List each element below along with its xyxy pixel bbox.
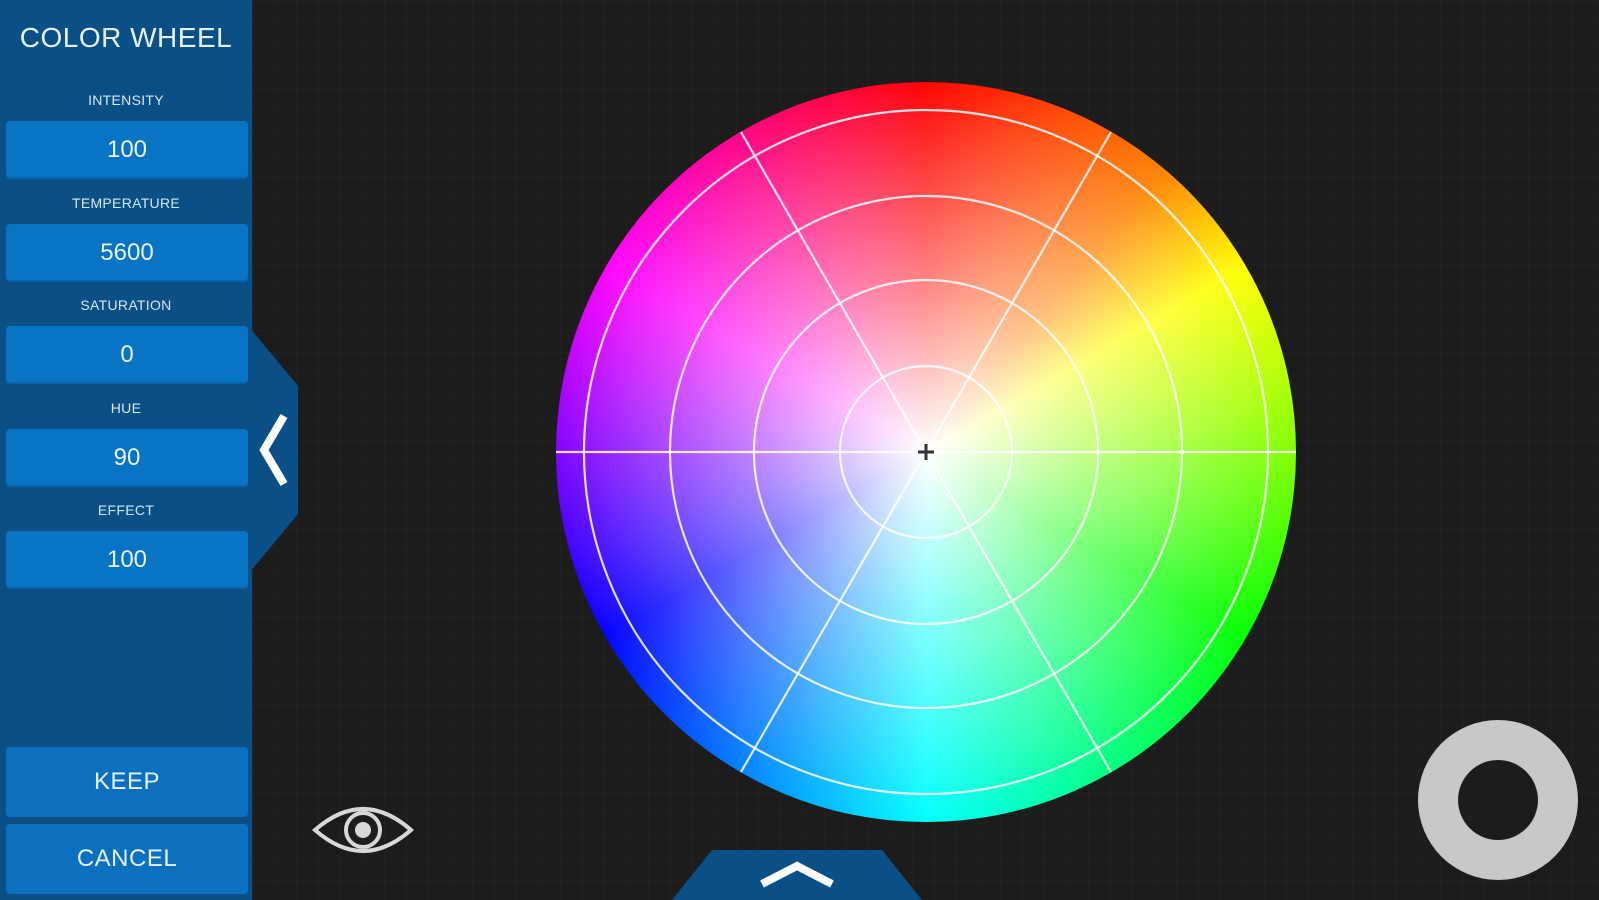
color-wheel[interactable] bbox=[556, 82, 1296, 822]
effect-field[interactable]: 100 bbox=[6, 531, 248, 589]
collapse-panel-button[interactable] bbox=[250, 328, 302, 572]
preview-button[interactable] bbox=[311, 796, 415, 864]
intensity-field[interactable]: 100 bbox=[6, 121, 248, 179]
crosshair-icon bbox=[918, 444, 934, 460]
effect-label: EFFECT bbox=[97, 502, 155, 518]
cancel-button[interactable]: CANCEL bbox=[6, 824, 248, 894]
temperature-field[interactable]: 5600 bbox=[6, 224, 248, 282]
hue-field[interactable]: 90 bbox=[6, 429, 248, 487]
saturation-field[interactable]: 0 bbox=[6, 326, 248, 384]
panel-title: COLOR WHEEL bbox=[19, 22, 233, 53]
color-wheel-grid bbox=[556, 108, 1296, 796]
saturation-label: SATURATION bbox=[80, 297, 172, 313]
sidebar-panel: COLOR WHEEL INTENSITY 100 TEMPERATURE 56… bbox=[0, 0, 252, 900]
expand-drawer-button[interactable] bbox=[672, 850, 922, 900]
temperature-label: TEMPERATURE bbox=[71, 195, 181, 211]
intensity-label: INTENSITY bbox=[88, 92, 164, 108]
hue-label: HUE bbox=[110, 400, 142, 416]
record-button[interactable] bbox=[1416, 718, 1580, 882]
eye-icon bbox=[311, 807, 415, 853]
record-button-icon bbox=[1418, 720, 1578, 880]
keep-button[interactable]: KEEP bbox=[6, 747, 248, 817]
